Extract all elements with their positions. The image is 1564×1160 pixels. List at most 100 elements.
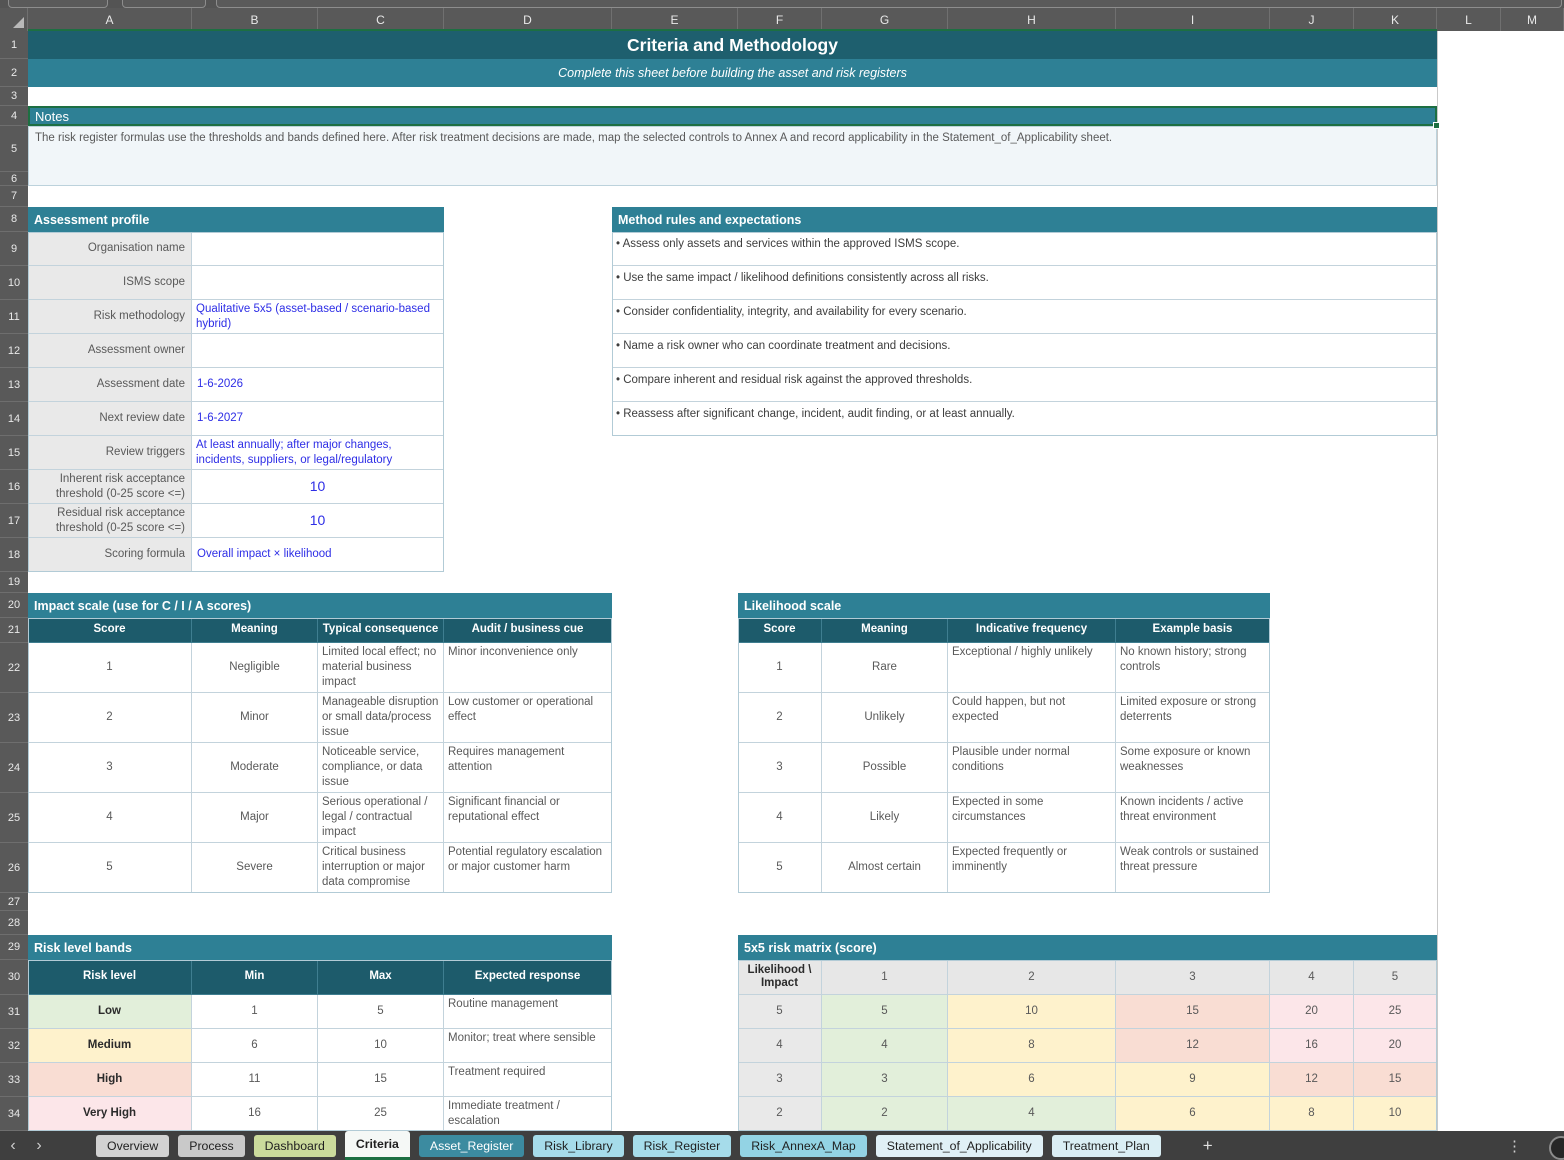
tab-process[interactable]: Process: [178, 1135, 244, 1157]
sheet-title-banner[interactable]: Criteria and Methodology: [28, 31, 1437, 59]
matrix-cell-l2-i5[interactable]: 10: [1354, 1097, 1437, 1131]
row-header-16[interactable]: 16: [0, 470, 28, 504]
matrix-cell-l4-i2[interactable]: 8: [948, 1029, 1116, 1063]
band-response-3[interactable]: Immediate treatment / escalation: [444, 1097, 612, 1131]
likelihood-col-header-1[interactable]: Meaning: [822, 618, 948, 643]
impact-cell-0-1[interactable]: Negligible: [192, 643, 318, 693]
band-max-1[interactable]: 10: [318, 1029, 444, 1063]
band-min-0[interactable]: 1: [192, 995, 318, 1029]
band-max-3[interactable]: 25: [318, 1097, 444, 1131]
row-header-18[interactable]: 18: [0, 538, 28, 572]
row-header-14[interactable]: 14: [0, 402, 28, 436]
likelihood-cell-0-2[interactable]: Exceptional / highly unlikely: [948, 643, 1116, 693]
matrix-cell-l4-i3[interactable]: 12: [1116, 1029, 1270, 1063]
column-header-m[interactable]: M: [1501, 8, 1564, 31]
tab-statement_of_applicability[interactable]: Statement_of_Applicability: [876, 1135, 1043, 1157]
tab-treatment_plan[interactable]: Treatment_Plan: [1052, 1135, 1161, 1157]
profile-value-2[interactable]: Qualitative 5x5 (asset-based / scenario-…: [192, 300, 444, 334]
row-header-33[interactable]: 33: [0, 1063, 28, 1097]
row-header-7[interactable]: 7: [0, 186, 28, 207]
impact-cell-0-0[interactable]: 1: [28, 643, 192, 693]
method-rule-3[interactable]: • Name a risk owner who can coordinate t…: [612, 334, 1437, 368]
sheet-subtitle-banner[interactable]: Complete this sheet before building the …: [28, 59, 1437, 87]
method-rule-2[interactable]: • Consider confidentiality, integrity, a…: [612, 300, 1437, 334]
row-header-4[interactable]: 4: [0, 106, 28, 126]
band-col-header-3[interactable]: Expected response: [444, 960, 612, 995]
row-header-17[interactable]: 17: [0, 504, 28, 538]
band-level-1[interactable]: Medium: [28, 1029, 192, 1063]
profile-value-5[interactable]: 1-6-2027: [192, 402, 444, 436]
row-header-23[interactable]: 23: [0, 693, 28, 743]
impact-col-header-3[interactable]: Audit / business cue: [444, 618, 612, 643]
likelihood-cell-3-1[interactable]: Likely: [822, 793, 948, 843]
row-header-5[interactable]: 5: [0, 126, 28, 172]
likelihood-cell-4-3[interactable]: Weak controls or sustained threat pressu…: [1116, 843, 1270, 893]
column-header-a[interactable]: A: [28, 8, 192, 31]
matrix-cell-l5-i5[interactable]: 25: [1354, 995, 1437, 1029]
profile-label-3[interactable]: Assessment owner: [28, 334, 192, 368]
column-header-k[interactable]: K: [1354, 8, 1437, 31]
impact-cell-3-2[interactable]: Serious operational / legal / contractua…: [318, 793, 444, 843]
likelihood-scale-header[interactable]: Likelihood scale: [738, 593, 1270, 618]
band-response-0[interactable]: Routine management: [444, 995, 612, 1029]
likelihood-col-header-0[interactable]: Score: [738, 618, 822, 643]
row-header-28[interactable]: 28: [0, 911, 28, 935]
likelihood-cell-1-1[interactable]: Unlikely: [822, 693, 948, 743]
matrix-cell-l3-i2[interactable]: 6: [948, 1063, 1116, 1097]
row-header-8[interactable]: 8: [0, 207, 28, 232]
profile-label-1[interactable]: ISMS scope: [28, 266, 192, 300]
risk-bands-header[interactable]: Risk level bands: [28, 935, 612, 960]
matrix-cell-l4-i1[interactable]: 4: [822, 1029, 948, 1063]
matrix-impact-header-3[interactable]: 3: [1116, 960, 1270, 995]
likelihood-cell-2-0[interactable]: 3: [738, 743, 822, 793]
row-header-2[interactable]: 2: [0, 59, 28, 87]
impact-cell-1-0[interactable]: 2: [28, 693, 192, 743]
likelihood-cell-3-3[interactable]: Known incidents / active threat environm…: [1116, 793, 1270, 843]
row-header-34[interactable]: 34: [0, 1097, 28, 1131]
risk-matrix-header[interactable]: 5x5 risk matrix (score): [738, 935, 1437, 960]
method-rule-5[interactable]: • Reassess after significant change, inc…: [612, 402, 1437, 436]
band-col-header-2[interactable]: Max: [318, 960, 444, 995]
matrix-cell-l5-i4[interactable]: 20: [1270, 995, 1354, 1029]
column-header-e[interactable]: E: [612, 8, 738, 31]
impact-cell-4-1[interactable]: Severe: [192, 843, 318, 893]
impact-cell-2-2[interactable]: Noticeable service, compliance, or data …: [318, 743, 444, 793]
profile-label-0[interactable]: Organisation name: [28, 232, 192, 266]
profile-value-4[interactable]: 1-6-2026: [192, 368, 444, 402]
likelihood-cell-1-0[interactable]: 2: [738, 693, 822, 743]
impact-cell-3-0[interactable]: 4: [28, 793, 192, 843]
method-rule-1[interactable]: • Use the same impact / likelihood defin…: [612, 266, 1437, 300]
row-header-15[interactable]: 15: [0, 436, 28, 470]
row-header-31[interactable]: 31: [0, 995, 28, 1029]
row-header-10[interactable]: 10: [0, 266, 28, 300]
column-header-d[interactable]: D: [444, 8, 612, 31]
band-max-2[interactable]: 15: [318, 1063, 444, 1097]
matrix-cell-l3-i4[interactable]: 12: [1270, 1063, 1354, 1097]
impact-cell-2-1[interactable]: Moderate: [192, 743, 318, 793]
band-response-1[interactable]: Monitor; treat where sensible: [444, 1029, 612, 1063]
method-rules-header[interactable]: Method rules and expectations: [612, 207, 1437, 232]
profile-value-0[interactable]: [192, 232, 444, 266]
likelihood-cell-3-2[interactable]: Expected in some circumstances: [948, 793, 1116, 843]
likelihood-cell-0-3[interactable]: No known history; strong controls: [1116, 643, 1270, 693]
impact-cell-3-1[interactable]: Major: [192, 793, 318, 843]
band-min-1[interactable]: 6: [192, 1029, 318, 1063]
method-rule-0[interactable]: • Assess only assets and services within…: [612, 232, 1437, 266]
likelihood-cell-0-1[interactable]: Rare: [822, 643, 948, 693]
tab-criteria[interactable]: Criteria: [345, 1131, 410, 1160]
impact-cell-2-3[interactable]: Requires management attention: [444, 743, 612, 793]
row-header-22[interactable]: 22: [0, 643, 28, 693]
matrix-impact-header-4[interactable]: 4: [1270, 960, 1354, 995]
tab-dashboard[interactable]: Dashboard: [254, 1135, 336, 1157]
likelihood-cell-2-3[interactable]: Some exposure or known weaknesses: [1116, 743, 1270, 793]
profile-label-8[interactable]: Residual risk acceptance threshold (0-25…: [28, 504, 192, 538]
column-header-h[interactable]: H: [948, 8, 1116, 31]
profile-label-7[interactable]: Inherent risk acceptance threshold (0-25…: [28, 470, 192, 504]
matrix-corner-cell[interactable]: Likelihood \ Impact: [738, 960, 822, 995]
floating-button-partial[interactable]: [1549, 1136, 1564, 1160]
row-header-1[interactable]: 1: [0, 31, 28, 59]
row-header-6[interactable]: 6: [0, 172, 28, 186]
band-min-3[interactable]: 16: [192, 1097, 318, 1131]
likelihood-cell-0-0[interactable]: 1: [738, 643, 822, 693]
impact-col-header-1[interactable]: Meaning: [192, 618, 318, 643]
